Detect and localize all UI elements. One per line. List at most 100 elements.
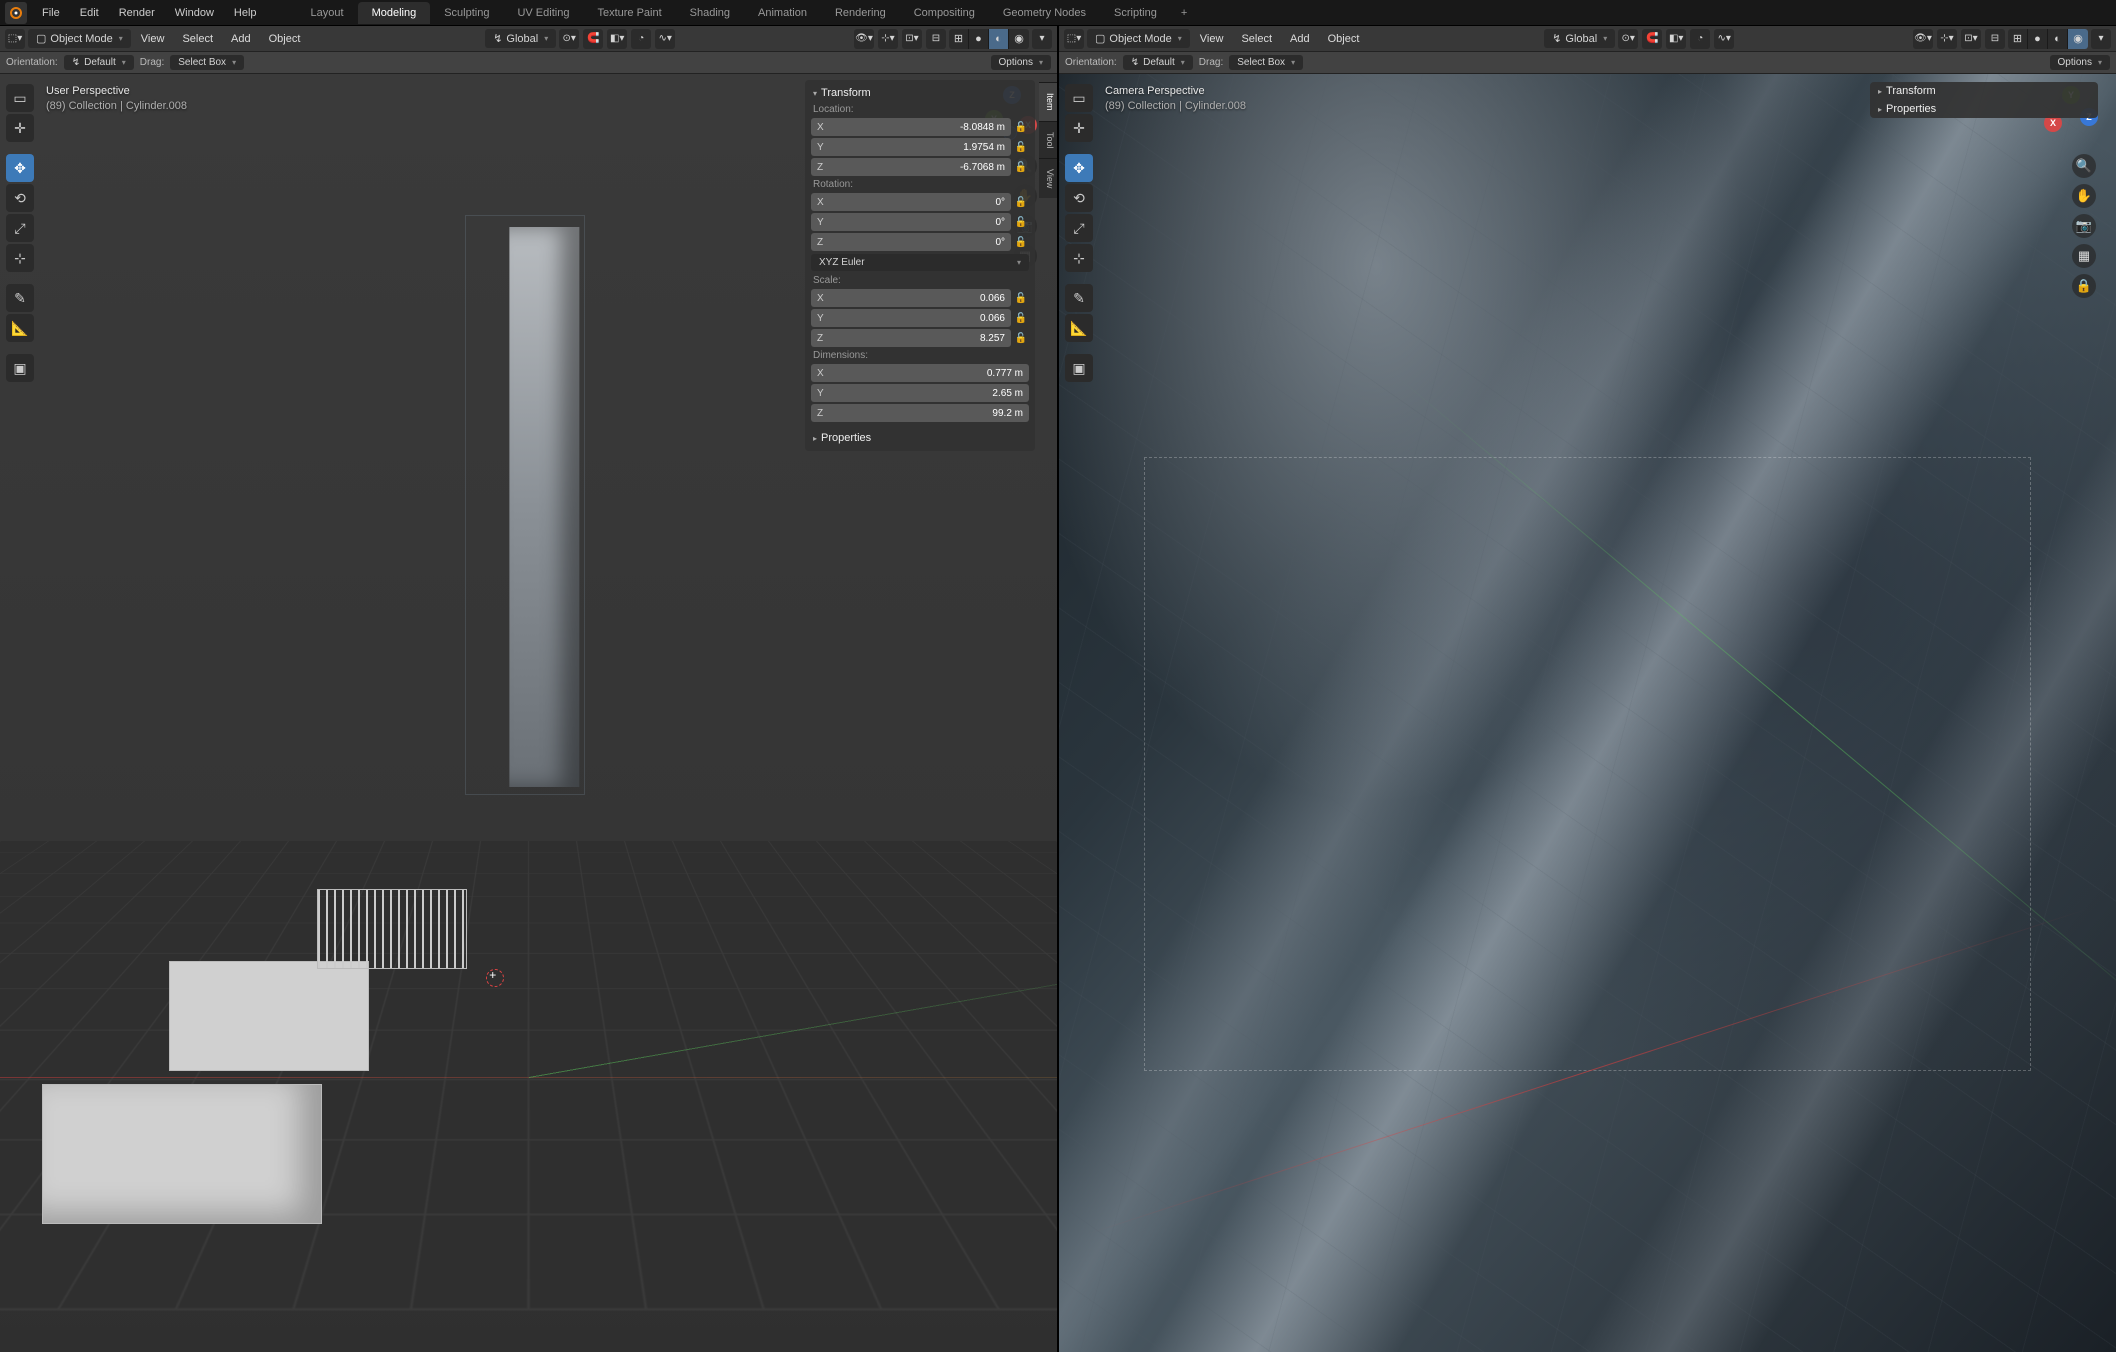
tab-item[interactable]: Item — [1039, 82, 1057, 121]
gizmo-toggle[interactable]: ⊹▾ — [878, 29, 898, 49]
xray-toggle[interactable]: ⊟ — [926, 29, 946, 49]
lock-icon[interactable]: 🔓 — [1013, 217, 1029, 228]
tool-rotate[interactable]: ⟲ — [6, 184, 34, 212]
proportional-edit-toggle[interactable]: ◔ — [1690, 29, 1710, 49]
lock-icon[interactable]: 🔓 — [1013, 237, 1029, 248]
menu-file[interactable]: File — [32, 2, 70, 24]
shading-wireframe[interactable]: ⊞ — [949, 29, 969, 49]
visibility-dropdown[interactable]: 👁▾ — [854, 29, 874, 49]
drag-dropdown[interactable]: Select Box — [170, 55, 244, 70]
tab-shading[interactable]: Shading — [676, 2, 744, 24]
rotation-y-field[interactable]: Y0° — [811, 213, 1011, 231]
options-dropdown-left[interactable]: Options — [991, 55, 1051, 70]
visibility-dropdown[interactable]: 👁▾ — [1913, 29, 1933, 49]
tab-modeling[interactable]: Modeling — [358, 2, 431, 24]
lock-icon[interactable]: 🔓 — [1013, 293, 1029, 304]
proportional-dropdown[interactable]: ∿▾ — [655, 29, 675, 49]
header-select[interactable]: Select — [1233, 30, 1280, 48]
rotation-x-field[interactable]: X0° — [811, 193, 1011, 211]
pivot-dropdown[interactable]: ⊙▾ — [1618, 29, 1638, 49]
lock-icon[interactable]: 🔓 — [1013, 122, 1029, 133]
tool-move[interactable]: ✥ — [6, 154, 34, 182]
tool-cursor[interactable]: ✛ — [6, 114, 34, 142]
lock-icon[interactable]: 🔓 — [1013, 197, 1029, 208]
rotation-z-field[interactable]: Z0° — [811, 233, 1011, 251]
orientation-dropdown[interactable]: ↯Global — [485, 29, 556, 48]
scale-x-field[interactable]: X0.066 — [811, 289, 1011, 307]
add-workspace-button[interactable]: + — [1171, 2, 1197, 24]
tool-annotate[interactable]: ✎ — [6, 284, 34, 312]
tool-move[interactable]: ✥ — [1065, 154, 1093, 182]
tool-measure[interactable]: 📐 — [1065, 314, 1093, 342]
location-y-field[interactable]: Y1.9754 m — [811, 138, 1011, 156]
tab-view[interactable]: View — [1039, 158, 1057, 198]
lock-icon[interactable]: 🔓 — [1013, 162, 1029, 173]
tab-uv-editing[interactable]: UV Editing — [503, 2, 583, 24]
menu-edit[interactable]: Edit — [70, 2, 109, 24]
proportional-edit-toggle[interactable]: ◔ — [631, 29, 651, 49]
lock-icon[interactable]: 🔓 — [1013, 313, 1029, 324]
overlays-toggle[interactable]: ⊡▾ — [1961, 29, 1981, 49]
shading-solid[interactable]: ● — [2028, 29, 2048, 49]
shading-material[interactable]: ◐ — [2048, 29, 2068, 49]
mode-dropdown[interactable]: ▢ Object Mode — [28, 29, 131, 48]
header-add[interactable]: Add — [223, 30, 259, 48]
location-x-field[interactable]: X-8.0848 m — [811, 118, 1011, 136]
tool-scale[interactable]: ⤢ — [1065, 214, 1093, 242]
tool-add-cube[interactable]: ▣ — [1065, 354, 1093, 382]
menu-window[interactable]: Window — [165, 2, 224, 24]
transform-section-header[interactable]: Transform — [805, 84, 1035, 102]
tab-geometry-nodes[interactable]: Geometry Nodes — [989, 2, 1100, 24]
tab-tool[interactable]: Tool — [1039, 121, 1057, 159]
shading-rendered[interactable]: ◉ — [2068, 29, 2088, 49]
menu-render[interactable]: Render — [109, 2, 165, 24]
lock-icon[interactable]: 🔓 — [1013, 333, 1029, 344]
gizmo-toggle[interactable]: ⊹▾ — [1937, 29, 1957, 49]
camera-icon[interactable]: 📷 — [2072, 214, 2096, 238]
overlays-toggle[interactable]: ⊡▾ — [902, 29, 922, 49]
menu-help[interactable]: Help — [224, 2, 267, 24]
orientation-dropdown[interactable]: ↯Global — [1544, 29, 1615, 48]
snap-toggle[interactable]: 🧲 — [583, 29, 603, 49]
tab-sculpting[interactable]: Sculpting — [430, 2, 503, 24]
shading-wireframe[interactable]: ⊞ — [2008, 29, 2028, 49]
header-add[interactable]: Add — [1282, 30, 1318, 48]
scale-y-field[interactable]: Y0.066 — [811, 309, 1011, 327]
perspective-icon[interactable]: ▦ — [2072, 244, 2096, 268]
tab-rendering[interactable]: Rendering — [821, 2, 900, 24]
tab-compositing[interactable]: Compositing — [900, 2, 989, 24]
snap-toggle[interactable]: 🧲 — [1642, 29, 1662, 49]
shading-solid[interactable]: ● — [969, 29, 989, 49]
dim-z-field[interactable]: Z99.2 m — [811, 404, 1029, 422]
tool-orientation-dropdown[interactable]: ↯Default — [64, 55, 134, 70]
tool-annotate[interactable]: ✎ — [1065, 284, 1093, 312]
tab-texture-paint[interactable]: Texture Paint — [583, 2, 675, 24]
properties-section-header[interactable]: Properties — [1870, 100, 2098, 118]
viewport-left[interactable]: User Perspective (89) Collection | Cylin… — [0, 74, 1057, 1352]
tool-orientation-dropdown[interactable]: ↯Default — [1123, 55, 1193, 70]
tab-layout[interactable]: Layout — [297, 2, 358, 24]
tool-rotate[interactable]: ⟲ — [1065, 184, 1093, 212]
tool-measure[interactable]: 📐 — [6, 314, 34, 342]
transform-section-header[interactable]: Transform — [1870, 82, 2098, 100]
header-view[interactable]: View — [1192, 30, 1232, 48]
snap-dropdown[interactable]: ◧▾ — [607, 29, 627, 49]
pan-icon[interactable]: ✋ — [2072, 184, 2096, 208]
blender-logo-icon[interactable] — [5, 2, 27, 24]
header-object[interactable]: Object — [1320, 30, 1368, 48]
proportional-dropdown[interactable]: ∿▾ — [1714, 29, 1734, 49]
mode-dropdown[interactable]: ▢ Object Mode — [1087, 29, 1190, 48]
tab-scripting[interactable]: Scripting — [1100, 2, 1171, 24]
shading-rendered[interactable]: ◉ — [1009, 29, 1029, 49]
zoom-icon[interactable]: 🔍 — [2072, 154, 2096, 178]
tool-cursor[interactable]: ✛ — [1065, 114, 1093, 142]
drag-dropdown[interactable]: Select Box — [1229, 55, 1303, 70]
viewport-right[interactable]: Camera Perspective (89) Collection | Cyl… — [1059, 74, 2116, 1352]
shading-options-dropdown[interactable]: ▾ — [1032, 29, 1052, 49]
xray-toggle[interactable]: ⊟ — [1985, 29, 2005, 49]
shading-material[interactable]: ◐ — [989, 29, 1009, 49]
header-view[interactable]: View — [133, 30, 173, 48]
location-z-field[interactable]: Z-6.7068 m — [811, 158, 1011, 176]
dim-x-field[interactable]: X0.777 m — [811, 364, 1029, 382]
editor-type-icon[interactable]: ⬚▾ — [5, 29, 25, 49]
